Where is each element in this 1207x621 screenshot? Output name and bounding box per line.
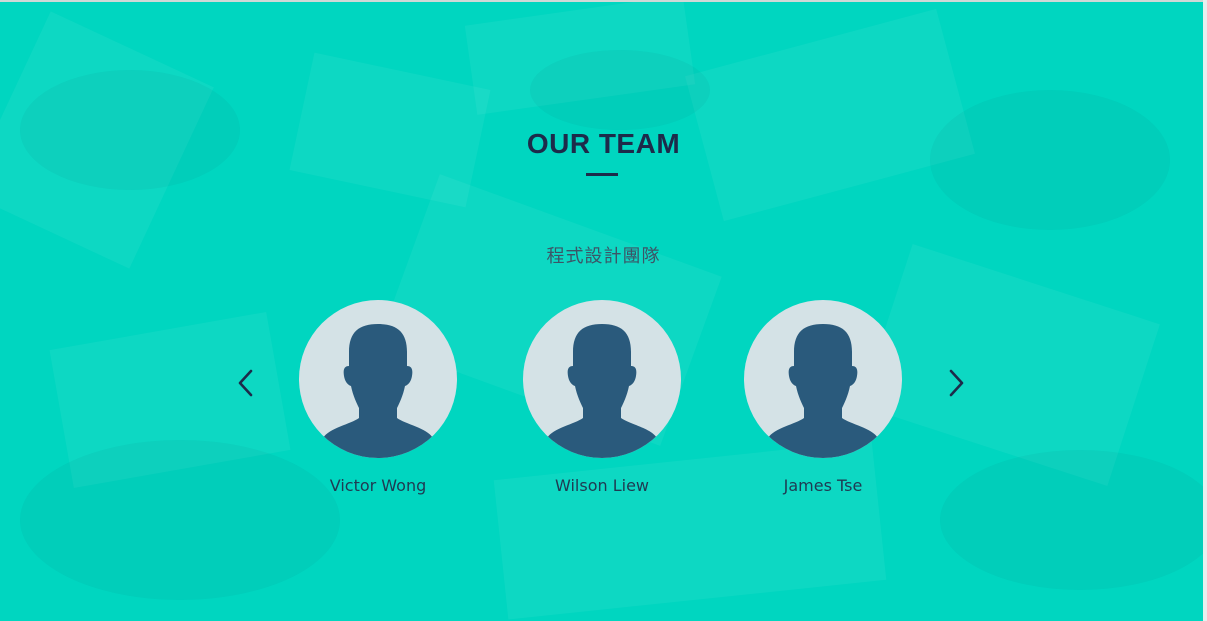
carousel-next-button[interactable] bbox=[940, 366, 972, 400]
team-member-card[interactable]: Victor Wong bbox=[298, 300, 458, 495]
section-subtitle: 程式設計團隊 bbox=[546, 246, 661, 266]
member-name: James Tse bbox=[783, 476, 863, 495]
scrollbar-track[interactable] bbox=[1203, 0, 1207, 621]
avatar[interactable] bbox=[523, 300, 681, 458]
member-name: Victor Wong bbox=[329, 476, 427, 495]
user-silhouette-icon bbox=[545, 324, 659, 458]
avatar[interactable] bbox=[299, 300, 457, 458]
user-silhouette-icon bbox=[321, 324, 435, 458]
avatar[interactable] bbox=[744, 300, 902, 458]
title-underline bbox=[586, 173, 618, 176]
team-member-card[interactable]: Wilson Liew bbox=[522, 300, 682, 495]
team-member-card[interactable]: James Tse bbox=[743, 300, 903, 495]
chevron-right-icon bbox=[949, 369, 964, 397]
chevron-left-icon bbox=[238, 369, 253, 397]
section-title: OUR TEAM bbox=[526, 128, 681, 159]
carousel-prev-button[interactable] bbox=[230, 366, 262, 400]
member-name: Wilson Liew bbox=[555, 476, 649, 495]
team-section: OUR TEAM 程式設計團隊 Victor Wong Wilson Liew bbox=[0, 0, 1207, 621]
user-silhouette-icon bbox=[766, 324, 880, 458]
top-border bbox=[0, 0, 1207, 2]
